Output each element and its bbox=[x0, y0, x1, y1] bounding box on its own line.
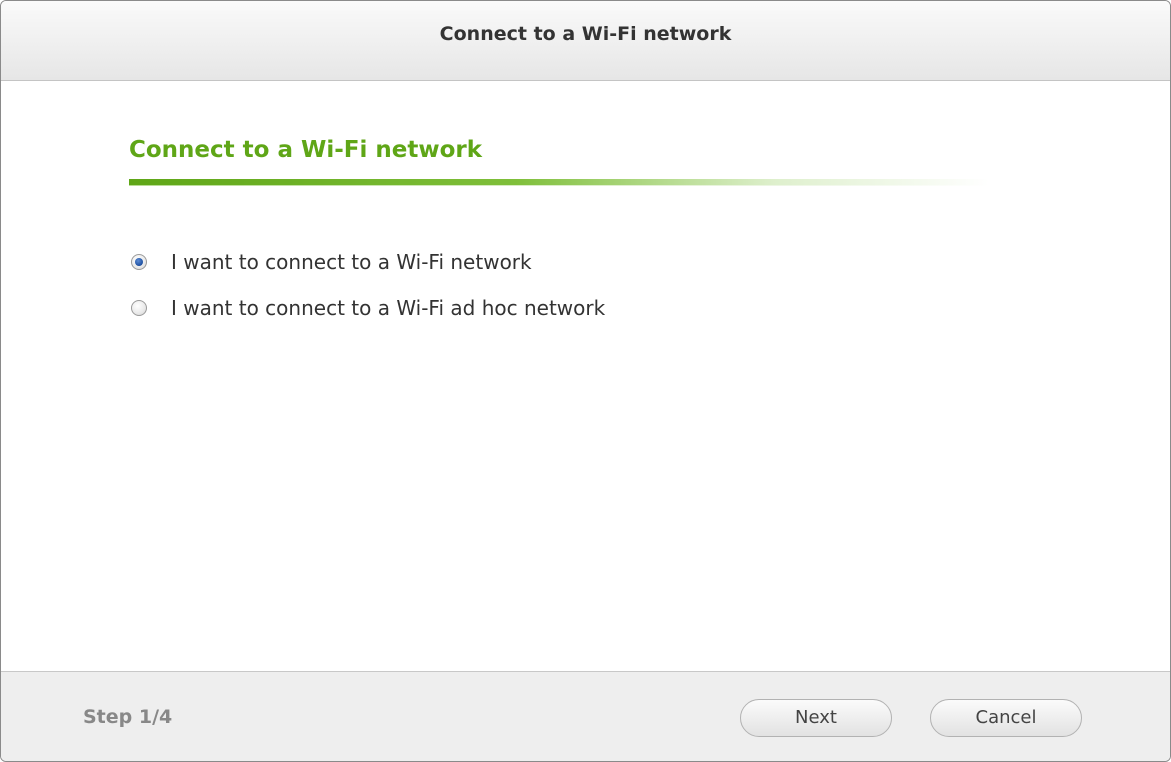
wifi-wizard-dialog: Connect to a Wi-Fi network Connect to a … bbox=[0, 0, 1171, 762]
radio-wifi-network[interactable] bbox=[131, 254, 147, 270]
option-wifi-network[interactable]: I want to connect to a Wi-Fi network bbox=[131, 249, 532, 275]
radio-wifi-adhoc-network[interactable] bbox=[131, 300, 147, 316]
dialog-title: Connect to a Wi-Fi network bbox=[439, 23, 732, 45]
option-wifi-adhoc-network[interactable]: I want to connect to a Wi-Fi ad hoc netw… bbox=[131, 295, 605, 321]
dialog-content: Connect to a Wi-Fi network I want to con… bbox=[1, 81, 1170, 671]
option-wifi-network-label[interactable]: I want to connect to a Wi-Fi network bbox=[171, 250, 532, 274]
heading-divider-shadow bbox=[129, 185, 989, 186]
dialog-footer: Step 1/4 Next Cancel bbox=[1, 671, 1170, 761]
dialog-titlebar: Connect to a Wi-Fi network bbox=[1, 1, 1170, 81]
cancel-button[interactable]: Cancel bbox=[930, 699, 1082, 737]
step-indicator: Step 1/4 bbox=[83, 706, 173, 728]
option-wifi-adhoc-network-label[interactable]: I want to connect to a Wi-Fi ad hoc netw… bbox=[171, 296, 605, 320]
next-button[interactable]: Next bbox=[740, 699, 892, 737]
section-heading: Connect to a Wi-Fi network bbox=[129, 137, 483, 163]
